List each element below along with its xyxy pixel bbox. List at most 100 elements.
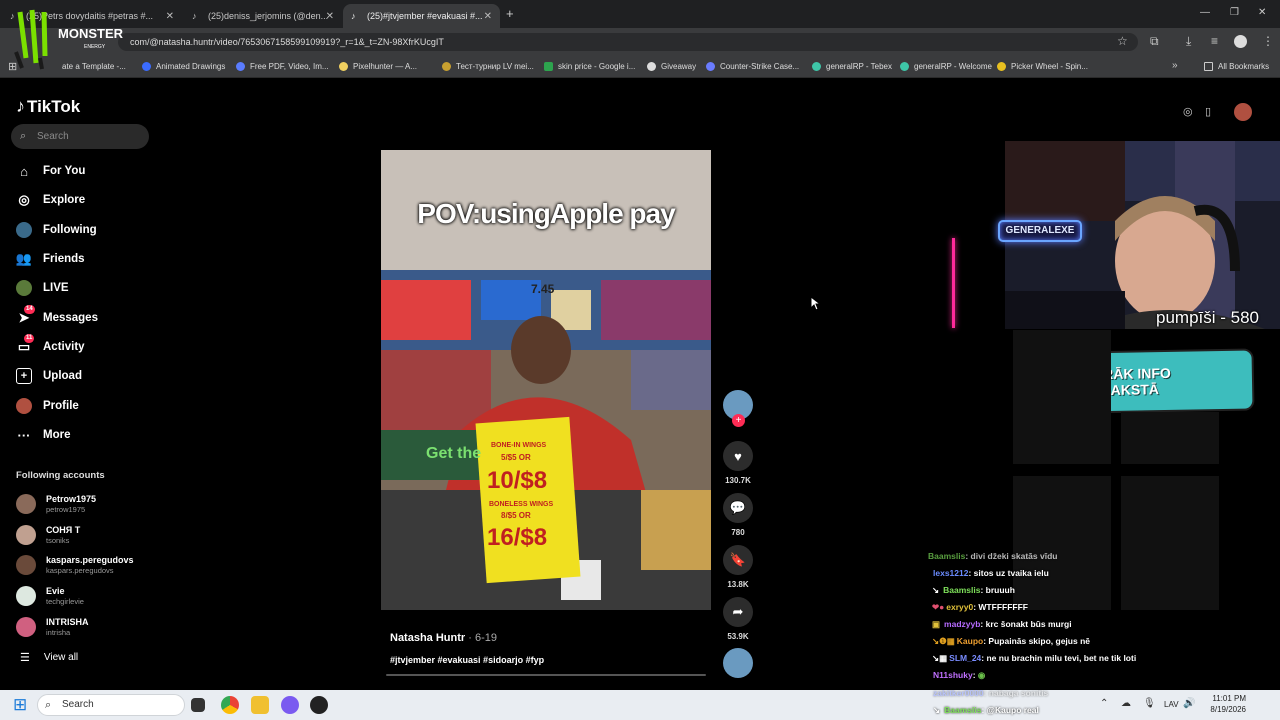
following-account-item[interactable]: Evie techgirlevie: [16, 584, 84, 608]
video-hashtags[interactable]: #jtvjember #evakuasi #sidoarjo #fyp: [390, 655, 544, 665]
bookmark-item[interactable]: Giveaway: [647, 62, 696, 71]
taskbar-search-input[interactable]: ⌕ Search: [37, 694, 185, 716]
nav-live[interactable]: LIVE: [16, 277, 69, 299]
bookmark-item[interactable]: Counter-Strike Case...: [706, 62, 799, 71]
file-explorer-icon[interactable]: [251, 696, 269, 714]
save-count: 13.8K: [727, 580, 749, 589]
minimize-icon[interactable]: —: [1200, 7, 1210, 18]
windows-start-icon[interactable]: ⊞: [13, 696, 27, 714]
avatar: [16, 525, 36, 545]
microphone-icon[interactable]: 🎙: [1143, 698, 1156, 709]
close-tab-icon[interactable]: ✕: [166, 11, 174, 22]
store-banner-text: Get the: [426, 445, 481, 462]
maximize-icon[interactable]: ❐: [1230, 7, 1239, 18]
discord-icon[interactable]: [281, 696, 299, 714]
bookmark-item[interactable]: generalRP - Welcome: [900, 62, 992, 71]
home-icon: ⌂: [20, 163, 28, 179]
mouse-cursor-icon: [810, 296, 820, 311]
tab-title: (25)#jtvjember #evakuasi #...: [367, 11, 483, 21]
tiktok-logo[interactable]: ♪ TikTok: [16, 96, 80, 117]
close-tab-icon[interactable]: ✕: [484, 11, 492, 22]
more-bookmarks-icon[interactable]: »: [1172, 60, 1178, 71]
nav-following[interactable]: Following: [16, 219, 97, 241]
all-bookmarks[interactable]: All Bookmarks: [1204, 62, 1269, 71]
top-right-icons: ◎ ▯: [1176, 103, 1256, 123]
url-field[interactable]: com/@natasha.huntr/video/765306715859910…: [118, 33, 1138, 51]
keyboard-language[interactable]: LAV: [1164, 700, 1179, 709]
following-account-item[interactable]: kaspars.peregudovs kaspars.peregudovs: [16, 553, 134, 577]
nav-activity[interactable]: ▭ 11 Activity: [16, 334, 85, 358]
video-progress-bar[interactable]: [386, 674, 706, 676]
user-avatar-icon[interactable]: [1234, 103, 1252, 121]
close-tab-icon[interactable]: ✕: [326, 11, 334, 22]
chat-badge-icon: ↘❶▦: [932, 636, 955, 646]
creator-avatar-button[interactable]: +: [722, 390, 754, 427]
nav-explore[interactable]: ◎ Explore: [16, 189, 85, 211]
device-icon[interactable]: ▯: [1205, 105, 1211, 118]
overlay-panel: [1121, 412, 1219, 464]
chat-message: Baamslis: divi džeki skatās vīdu: [928, 551, 1058, 561]
video-player[interactable]: BONE-IN WINGS 5/$5 OR 10/$8 BONELESS WIN…: [381, 150, 711, 610]
like-button[interactable]: ♥ 130.7K: [722, 441, 754, 485]
sign-price: 10/$8: [487, 467, 547, 494]
profile-avatar-icon[interactable]: [1234, 35, 1247, 48]
nav-messages[interactable]: ➤ 14 Messages: [16, 305, 98, 329]
bookmark-item[interactable]: Picker Wheel - Spin...: [997, 62, 1088, 71]
account-handle: kaspars.peregudovs: [46, 566, 114, 575]
browser-tab-active[interactable]: ♪ (25)#jtvjember #evakuasi #... ✕: [343, 4, 500, 28]
close-window-icon[interactable]: ✕: [1258, 7, 1266, 18]
following-account-item[interactable]: Petrow1975 petrow1975: [16, 492, 96, 516]
video-author[interactable]: Natasha Huntr · 6-19: [390, 632, 497, 644]
download-icon[interactable]: ⤓: [1186, 34, 1191, 48]
comment-button[interactable]: 💬 780: [722, 493, 754, 537]
nav-more[interactable]: ··· More: [16, 424, 71, 446]
following-accounts-title: Following accounts: [16, 470, 105, 481]
task-view-icon[interactable]: [191, 698, 205, 712]
browser-tab[interactable]: ♪ (25)deniss_jerjomins (@den... ✕: [184, 4, 342, 28]
avatar: [16, 494, 36, 514]
following-account-item[interactable]: СОНЯ Тtsoniks: [16, 523, 80, 547]
new-tab-icon[interactable]: +: [506, 6, 514, 21]
tiktok-logo-text: TikTok: [27, 96, 81, 116]
nav-friends[interactable]: 👥 Friends: [16, 248, 85, 270]
search-icon: ⌕: [45, 699, 52, 711]
network-icon[interactable]: ☁: [1121, 698, 1131, 709]
avatar: [16, 586, 36, 606]
nav-for-you[interactable]: ⌂ For You: [16, 160, 85, 182]
chat-message: ▣ madzyyb: krc šonakt būs murgi: [932, 619, 1072, 629]
bookmark-item[interactable]: generalRP - Tebex: [812, 62, 892, 71]
overlay-panel: [1013, 330, 1111, 464]
account-name: СОНЯ Т: [46, 525, 81, 535]
bookmark-item[interactable]: Animated Drawings: [142, 62, 225, 71]
bookmark-item[interactable]: Pixelhunter — A...: [339, 62, 417, 71]
following-avatar-icon: [16, 222, 32, 238]
follow-plus-icon[interactable]: +: [732, 414, 745, 427]
folder-icon: [1204, 62, 1213, 71]
chat-message: ↘ Baamslis: bruuuh: [932, 585, 1015, 595]
account-name: Evie: [46, 586, 65, 596]
menu-kebab-icon[interactable]: ⋮: [1262, 34, 1274, 48]
nav-upload[interactable]: + Upload: [16, 365, 82, 387]
view-all-link[interactable]: ☰ View all: [20, 651, 78, 664]
sound-disc-button[interactable]: [722, 648, 754, 678]
nav-profile[interactable]: Profile: [16, 395, 79, 417]
share-button[interactable]: ➦ 53.9K: [722, 597, 754, 641]
bookmark-item[interactable]: skin price - Google i...: [544, 62, 635, 71]
coins-icon[interactable]: ◎: [1183, 105, 1193, 118]
chat-message: lexs1212: sitos uz tvaika ielu: [933, 568, 1049, 578]
obs-icon[interactable]: [310, 696, 328, 714]
save-button[interactable]: 🔖 13.8K: [722, 545, 754, 589]
chrome-icon[interactable]: [221, 696, 239, 714]
sound-disc-icon: [723, 648, 753, 678]
bookmark-item[interactable]: Тест-турнир LV mei...: [442, 62, 534, 71]
chat-badge-icon: ↘: [933, 705, 941, 715]
extensions-icon[interactable]: ⧉: [1150, 34, 1159, 48]
bookmark-item[interactable]: Free PDF, Video, Im...: [236, 62, 329, 71]
following-account-item[interactable]: INTRISHA intrisha: [16, 615, 89, 639]
speaker-icon[interactable]: 🔊: [1183, 698, 1195, 709]
reading-list-icon[interactable]: ≡: [1211, 34, 1218, 48]
taskbar-clock[interactable]: 11:01 PM 8/19/2026: [1198, 693, 1246, 715]
search-input[interactable]: ⌕ Search: [11, 124, 149, 149]
tray-overflow-icon[interactable]: ⌃: [1100, 698, 1108, 709]
star-icon[interactable]: ☆: [1117, 34, 1128, 48]
